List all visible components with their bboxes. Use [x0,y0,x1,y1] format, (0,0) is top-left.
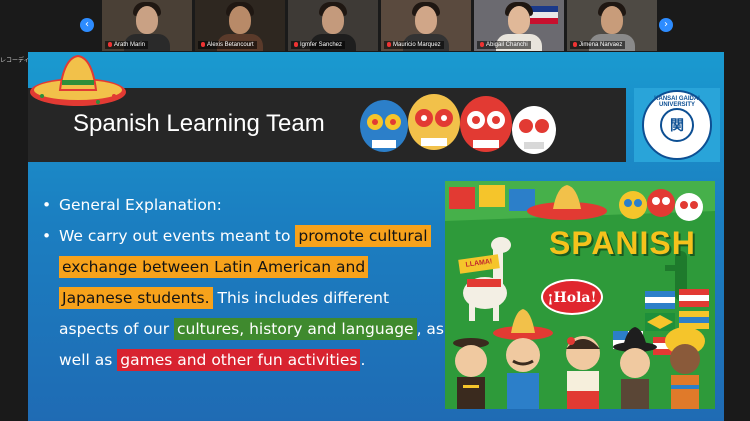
muted-mic-icon [480,41,484,47]
chevron-left-icon[interactable]: ‹ [80,18,94,32]
participant-tile[interactable]: Alexis Betancourt [195,0,285,51]
participant-name: Arath Marin [105,40,149,49]
highlight-orange: Japanese students. [59,287,213,309]
participant-name: Jimena Narvaez [570,40,626,49]
bullet-list: General Explanation: We carry out events… [42,190,444,376]
muted-mic-icon [108,41,112,47]
highlight-orange: exchange between Latin American and [59,256,369,278]
avatar [136,6,158,34]
spanish-poster: SPANISH ¡Hola! LLAMA! [445,181,715,409]
muted-mic-icon [387,41,391,47]
poster-heading: SPANISH [549,225,696,261]
slide-title: Spanish Learning Team [73,110,325,137]
muted-mic-icon [573,41,577,47]
sombrero-icon [30,54,126,106]
avatar [322,6,344,34]
shared-slide: Spanish Learning Team KANSAI GAIDAI UNIV… [28,52,724,421]
muted-mic-icon [294,41,298,47]
participant-tile[interactable]: Jimena Narvaez [567,0,657,51]
avatar [601,6,623,34]
participant-tile[interactable]: Mauricio Marquez [381,0,471,51]
sugar-skull-icon [360,94,556,154]
muted-mic-icon [201,41,205,47]
participant-name: Alexis Betancourt [198,40,257,49]
highlight-orange: promote cultural [295,225,431,247]
avatar [229,6,251,34]
avatar [508,6,530,34]
bullet-item: We carry out events meant to promote cul… [42,221,444,376]
participant-strip: ‹ Arath Marin Alexis Betancourt Igmfer S… [0,0,750,52]
bullet-item: General Explanation: [42,190,444,221]
participant-name: Mauricio Marquez [384,40,444,49]
participant-tile[interactable]: Arath Marin [102,0,192,51]
participant-name: Igmfer Sanchez [291,40,346,49]
chevron-right-icon[interactable]: › [659,18,673,32]
highlight-red: games and other fun activities [117,349,361,371]
participant-tile[interactable]: Igmfer Sanchez [288,0,378,51]
participant-tile[interactable]: Abigail Chanchi [474,0,564,51]
flag-decoration [530,6,558,24]
hola-bubble: ¡Hola! [541,279,603,315]
participant-name: Abigail Chanchi [477,40,531,49]
highlight-green: cultures, history and language [174,318,417,340]
avatar [415,6,437,34]
university-logo-icon: KANSAI GAIDAI UNIVERSITY 関 [642,90,712,160]
